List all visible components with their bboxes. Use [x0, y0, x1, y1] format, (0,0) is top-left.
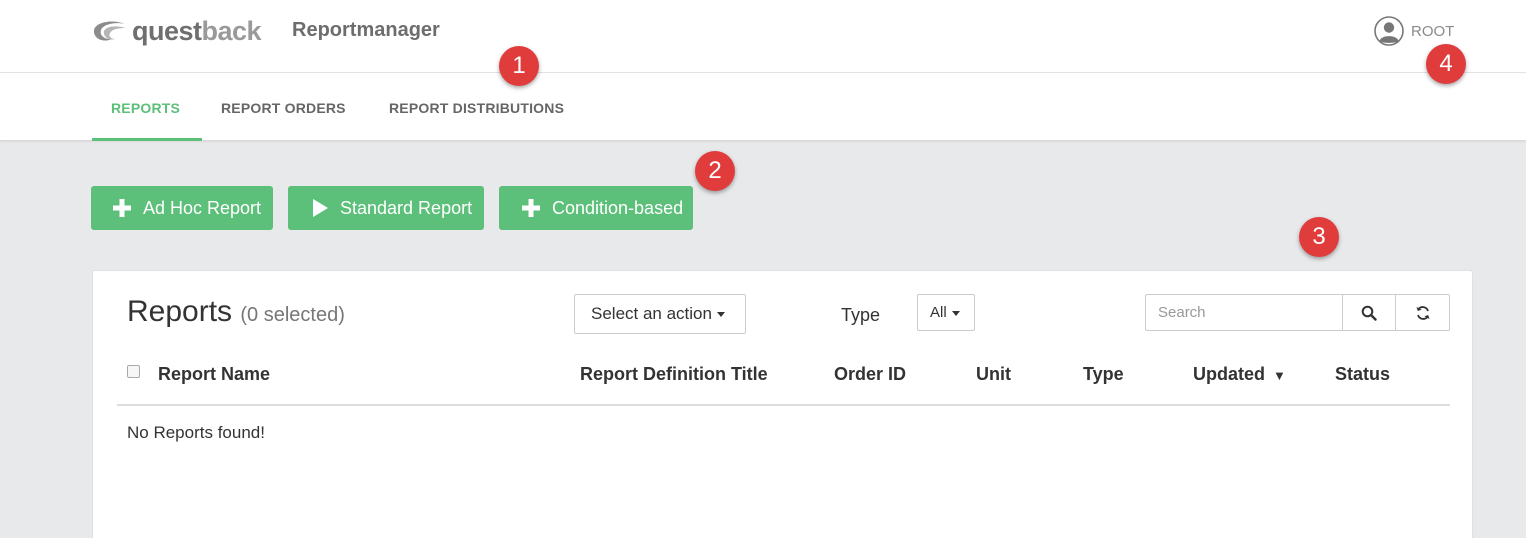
plus-icon: [522, 199, 540, 217]
type-filter-value: All: [930, 304, 947, 321]
type-filter-label: Type: [841, 305, 881, 325]
caret-down-icon: [951, 310, 960, 316]
column-report-definition-title[interactable]: Report Definition Title: [580, 364, 768, 385]
sort-desc-icon: ▼: [1273, 368, 1286, 383]
tab-report-orders[interactable]: REPORT ORDERS: [221, 73, 346, 141]
play-icon: [313, 199, 328, 217]
user-avatar-icon: [1374, 16, 1404, 46]
column-unit[interactable]: Unit: [976, 364, 1011, 385]
tab-report-distributions[interactable]: REPORT DISTRIBUTIONS: [389, 73, 564, 141]
condition-based-button[interactable]: Condition-based: [499, 186, 693, 230]
callout-badge-1: 1: [499, 46, 539, 86]
top-header: questback Reportmanager ROOT: [0, 0, 1526, 73]
column-type[interactable]: Type: [1083, 364, 1124, 385]
column-updated-label: Updated: [1193, 364, 1265, 384]
select-action-label: Select an action: [591, 304, 712, 323]
empty-state-message: No Reports found!: [127, 423, 265, 442]
user-name: ROOT: [1411, 22, 1455, 40]
column-status[interactable]: Status: [1335, 364, 1390, 385]
questback-logo[interactable]: questback: [92, 16, 262, 46]
tab-bar: REPORTS REPORT ORDERS REPORT DISTRIBUTIO…: [0, 73, 1526, 141]
refresh-icon: [1416, 305, 1429, 320]
ad-hoc-report-button[interactable]: Ad Hoc Report: [91, 186, 273, 230]
callout-badge-4: 4: [1426, 44, 1466, 84]
selected-count: (0 selected): [240, 304, 345, 326]
column-order-id[interactable]: Order ID: [834, 364, 906, 385]
table-header: Report Name Report Definition Title Orde…: [117, 359, 1450, 406]
app-title: Reportmanager: [292, 19, 440, 41]
search-icon: [1361, 305, 1377, 321]
tab-reports[interactable]: REPORTS: [92, 73, 202, 141]
panel-title-text: Reports: [127, 295, 233, 328]
select-action-dropdown[interactable]: Select an action: [574, 294, 746, 334]
callout-badge-2: 2: [695, 151, 735, 191]
logo-text: questback: [132, 16, 262, 46]
standard-report-button[interactable]: Standard Report: [288, 186, 484, 230]
caret-down-icon: [716, 312, 725, 318]
search-input[interactable]: [1145, 294, 1342, 331]
column-report-name[interactable]: Report Name: [158, 364, 270, 385]
select-all-checkbox[interactable]: [127, 365, 140, 378]
type-filter-dropdown[interactable]: All: [917, 294, 975, 331]
search-group: [1145, 294, 1450, 331]
column-updated[interactable]: Updated ▼: [1193, 364, 1286, 385]
reports-panel: Reports (0 selected) Select an action Ty…: [92, 270, 1473, 538]
refresh-button[interactable]: [1396, 294, 1450, 331]
user-menu[interactable]: ROOT: [1374, 16, 1454, 46]
plus-icon: [113, 199, 131, 217]
logo-swirl-icon: [93, 21, 126, 41]
callout-badge-3: 3: [1299, 217, 1339, 257]
panel-title: Reports (0 selected): [127, 295, 345, 329]
search-button[interactable]: [1342, 294, 1396, 331]
